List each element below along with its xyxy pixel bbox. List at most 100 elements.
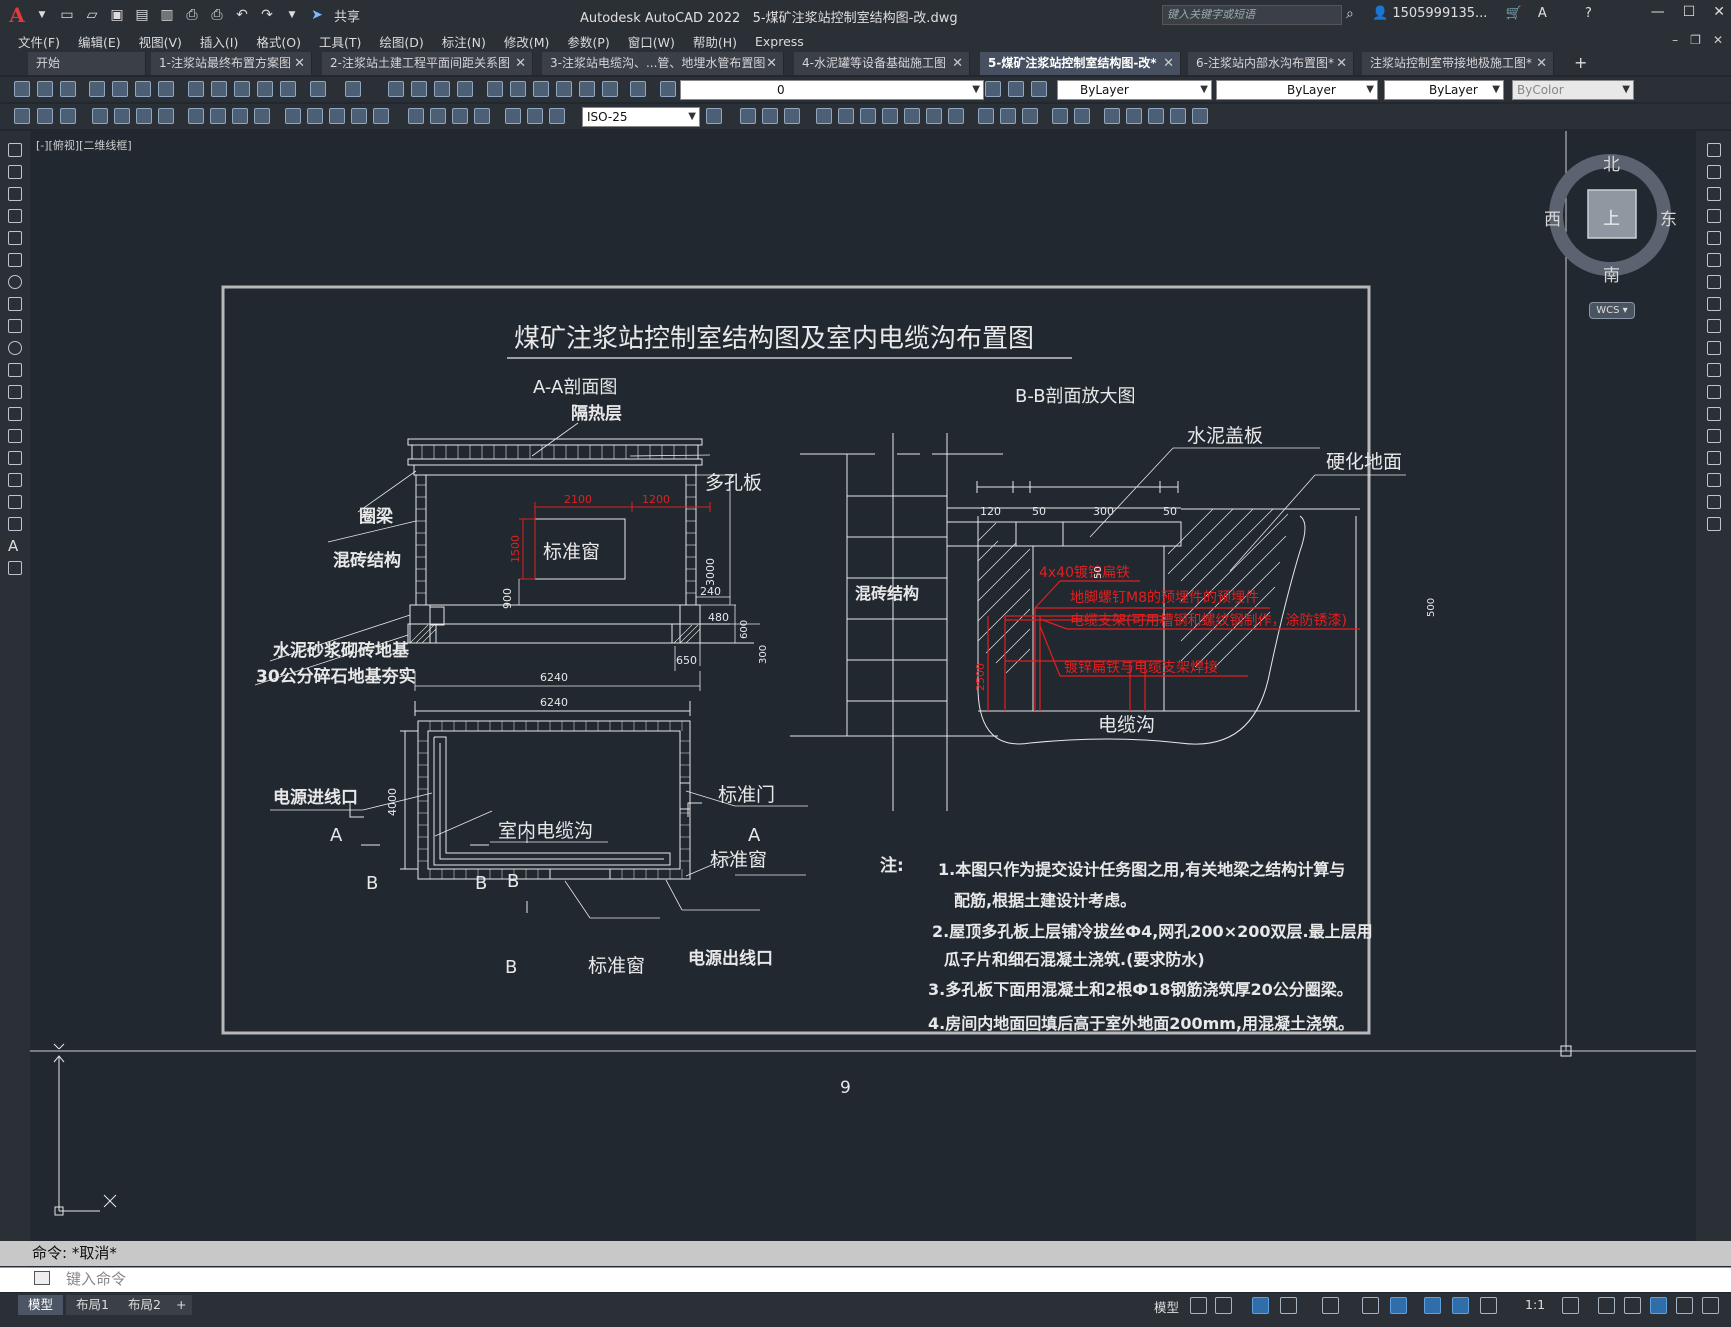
search-input[interactable]: 键入关键字或短语 — [1162, 5, 1342, 25]
dim-break-icon[interactable] — [373, 108, 389, 124]
dim-continue-icon[interactable] — [329, 108, 345, 124]
quick-access-dropdown-icon[interactable]: ▼ — [281, 4, 303, 26]
tab-close-icon[interactable]: ✕ — [515, 52, 526, 75]
tab-start[interactable]: 开始 — [28, 52, 146, 75]
rotate-tool-icon[interactable] — [1707, 275, 1721, 289]
layout-tab-2[interactable]: 布局2 — [118, 1295, 171, 1315]
zoom-realtime-icon[interactable] — [411, 81, 427, 97]
help-icon[interactable] — [630, 81, 646, 97]
tolerance-icon[interactable] — [408, 108, 424, 124]
break-point-tool-icon[interactable] — [1707, 385, 1721, 399]
polyline-tool-icon[interactable] — [8, 187, 22, 201]
help-icon[interactable]: ? — [1585, 6, 1592, 21]
quick-dim-icon[interactable] — [285, 108, 301, 124]
dim-update-icon[interactable] — [549, 108, 565, 124]
viewcube-top-face[interactable]: 上 — [1603, 204, 1620, 229]
drawing-canvas[interactable]: [-][俯视][二维线框] 煤矿注浆站控制室结构图及室内电缆沟布置图 A-A剖面… — [30, 131, 1696, 1241]
dim-jogged-icon[interactable] — [210, 108, 226, 124]
ungroup-icon[interactable] — [1170, 108, 1186, 124]
doc-restore-icon[interactable]: ❐ — [1690, 33, 1701, 47]
linetype-dropdown[interactable]: ByLayer ▼ — [1216, 80, 1378, 100]
menu-modify[interactable]: 修改(M) — [504, 32, 550, 51]
viewcube-north[interactable]: 北 — [1603, 150, 1620, 175]
paste-icon[interactable] — [234, 81, 250, 97]
markup-icon[interactable] — [579, 81, 595, 97]
menu-file[interactable]: 文件(F) — [18, 32, 60, 51]
gradient-tool-icon[interactable] — [8, 473, 22, 487]
selection-cycling-icon[interactable] — [1452, 1297, 1469, 1314]
erase-icon[interactable] — [1104, 108, 1120, 124]
tab-file-7[interactable]: 注浆站控制室带接地极施工图* ✕ — [1362, 52, 1554, 75]
layout-tab-1[interactable]: 布局1 — [66, 1295, 119, 1315]
dim-angular-icon[interactable] — [254, 108, 270, 124]
isodraft-icon[interactable] — [1322, 1297, 1339, 1314]
tab-close-icon[interactable]: ✕ — [294, 52, 305, 75]
tb2-last-icon[interactable] — [1192, 108, 1208, 124]
undo-icon[interactable] — [310, 81, 326, 97]
construction-line-icon[interactable] — [8, 165, 22, 179]
copy-tool-icon[interactable] — [1707, 165, 1721, 179]
zoom-previous-icon[interactable] — [457, 81, 473, 97]
insert-block-icon[interactable] — [8, 385, 22, 399]
group-icon[interactable] — [1148, 108, 1164, 124]
add-selected-icon[interactable] — [8, 561, 22, 575]
open-file-icon[interactable]: ▱ — [81, 4, 103, 26]
break-icon[interactable] — [948, 108, 964, 124]
viewcube[interactable]: 北 南 东 西 上 — [1543, 148, 1677, 286]
share-button[interactable]: 共享 — [334, 6, 360, 25]
tab-file-5-active[interactable]: 5-煤矿注浆站控制室结构图-改* ✕ — [980, 52, 1181, 75]
minimize-icon[interactable]: — — [1651, 4, 1665, 20]
menu-view[interactable]: 视图(V) — [139, 32, 182, 51]
tab-close-icon[interactable]: ✕ — [1536, 52, 1547, 75]
tab-close-icon[interactable]: ✕ — [1163, 52, 1174, 75]
rectangle-tool-icon[interactable] — [8, 231, 22, 245]
chamfer-tool-icon[interactable] — [1707, 451, 1721, 465]
viewcube-west[interactable]: 西 — [1544, 205, 1561, 230]
make-current-layer-icon[interactable] — [985, 81, 1001, 97]
tab-file-6[interactable]: 6-注浆站内部水沟布置图* ✕ — [1188, 52, 1354, 75]
array-tool-icon[interactable] — [1707, 231, 1721, 245]
tool-palette-icon[interactable] — [533, 81, 549, 97]
units-icon[interactable] — [1624, 1297, 1641, 1314]
join-icon[interactable] — [1074, 108, 1090, 124]
scale-tool-icon[interactable] — [1707, 297, 1721, 311]
trim-tool-icon[interactable] — [1707, 341, 1721, 355]
dim-space-icon[interactable] — [351, 108, 367, 124]
point-tool-icon[interactable] — [8, 429, 22, 443]
revcloud-tool-icon[interactable] — [8, 297, 22, 311]
rotate-icon[interactable] — [838, 108, 854, 124]
line-tool-icon[interactable] — [8, 143, 22, 157]
ortho-icon[interactable] — [1252, 1297, 1269, 1314]
pan-icon[interactable] — [388, 81, 404, 97]
menu-express[interactable]: Express — [755, 34, 804, 49]
qnew-icon[interactable] — [14, 81, 30, 97]
layer-properties-icon[interactable] — [660, 81, 676, 97]
new-tab-icon[interactable]: + — [1574, 53, 1587, 72]
ellipse-tool-icon[interactable] — [8, 341, 22, 355]
polygon-tool-icon[interactable] — [8, 209, 22, 223]
workspace-gear-icon[interactable] — [1562, 1297, 1579, 1314]
user-account[interactable]: 👤 1505999135... 🛒 A ? — [1372, 6, 1592, 21]
match-prop-icon[interactable] — [257, 81, 273, 97]
object-snap-tracking-icon[interactable] — [1362, 1297, 1379, 1314]
dim-arc-icon[interactable] — [136, 108, 152, 124]
snap-icon[interactable] — [1215, 1297, 1232, 1314]
cut-icon[interactable] — [188, 81, 204, 97]
tb2-icon-1[interactable] — [14, 108, 30, 124]
tab-close-icon[interactable]: ✕ — [1336, 52, 1347, 75]
tab-close-icon[interactable]: ✕ — [766, 52, 777, 75]
menu-window[interactable]: 窗口(W) — [628, 32, 675, 51]
annotation-scale[interactable]: 1:1 — [1525, 1297, 1545, 1312]
copy-obj-icon[interactable] — [740, 108, 756, 124]
draworder-icon[interactable] — [1126, 108, 1142, 124]
lineweight-dropdown[interactable]: ByLayer ▼ — [1384, 80, 1504, 100]
wcs-dropdown[interactable]: WCS ▾ — [1589, 302, 1635, 319]
dimstyle-dropdown[interactable]: ISO-25 ▼ — [582, 107, 700, 127]
dim-radius-icon[interactable] — [188, 108, 204, 124]
block-editor-icon[interactable] — [280, 81, 296, 97]
tb2-icon-3[interactable] — [60, 108, 76, 124]
plot-icon[interactable]: ⎙ — [181, 4, 203, 26]
save-icon[interactable]: ▣ — [106, 4, 128, 26]
print-icon[interactable]: ⎙ — [206, 4, 228, 26]
cart-icon[interactable]: 🛒 — [1506, 6, 1522, 21]
